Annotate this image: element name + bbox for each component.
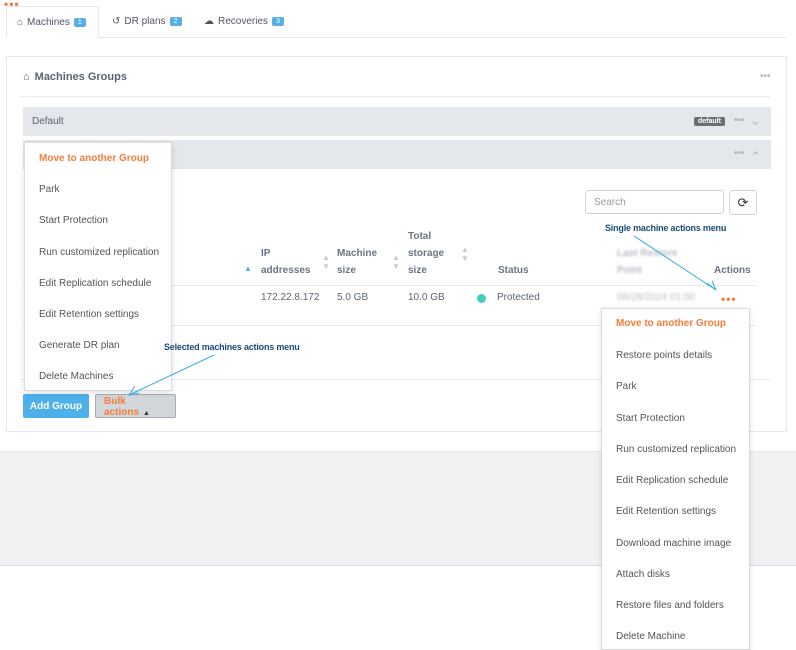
header-line: Last Restore [617,248,678,259]
header-line: size [337,265,356,276]
history-icon: ↺ [112,16,121,27]
menu-item-edit-retention[interactable]: Edit Retention settings [25,309,171,320]
bulk-actions-label: Bulk actions [104,396,140,418]
header-ip[interactable]: IP addresses [261,245,310,279]
cell-total-storage: 10.0 GB [408,292,445,303]
sort-icon[interactable]: ▲ ▼ [322,253,330,271]
sort-icon[interactable]: ▲ ▼ [461,245,469,263]
annotation-bulk-menu: Selected machines actions menu [164,342,300,352]
header-ip-line: IP [261,248,271,259]
tab-badge: 2 [169,17,182,26]
header-line: Machine [337,248,378,259]
header-line: Point [617,265,642,276]
menu-item-start-protection[interactable]: Start Protection [25,215,171,226]
bulk-actions-menu: Move to another Group Park Start Protect… [24,142,172,391]
sort-icon[interactable]: ▲ ▼ [392,253,400,271]
menu-item-edit-replication[interactable]: Edit Replication schedule [602,475,749,486]
menu-item-park[interactable]: Park [602,381,749,392]
menu-item-edit-retention[interactable]: Edit Retention settings [602,506,749,517]
caret-up-icon: ▲ [143,410,150,417]
row-actions-button[interactable]: ••• [721,292,737,306]
cell-machine-size: 5.0 GB [337,292,369,303]
menu-item-run-replication[interactable]: Run customized replication [602,444,749,455]
header-total-storage[interactable]: Total storage size [408,228,444,279]
tab-label: Recoveries [218,16,269,27]
sort-asc-icon[interactable]: ▲ [244,264,252,273]
menu-item-delete-machine[interactable]: Delete Machine [602,631,749,642]
group-menu-dots[interactable]: ••• [734,115,745,126]
menu-item-restore-files[interactable]: Restore files and folders [602,600,749,611]
cell-last-restore: 08/28/2024 01:00 [617,292,695,303]
header-line: size [408,265,427,276]
group-menu-dots[interactable]: ••• [734,148,745,159]
cloud-icon: ☁ [204,16,214,27]
menu-item-download-image[interactable]: Download machine image [602,538,749,549]
tab-badge: 1 [73,17,86,27]
refresh-icon: ⟳ [737,194,749,210]
tabs-divider [6,37,786,38]
header-ip-line: addresses [261,265,311,276]
single-actions-menu: Move to another Group Restore points det… [601,308,750,650]
panel-menu-dots[interactable]: ••• [760,71,771,82]
header-last-restore[interactable]: Last Restore Point [617,245,678,279]
chevron-down-icon[interactable]: ⌄ [750,113,761,129]
bulk-actions-button[interactable]: Bulk actions ▲ [95,394,176,418]
header-actions: Actions [714,265,751,276]
menu-item-restore-points[interactable]: Restore points details [602,350,749,361]
annotation-single-menu: Single machine actions menu [605,223,727,233]
tab-label: Machines [27,16,70,28]
menu-item-start-protection[interactable]: Start Protection [602,413,749,424]
menu-item-park[interactable]: Park [25,184,171,195]
panel-divider [20,96,771,97]
group-default[interactable]: Default default ••• ⌄ [23,107,771,136]
status-indicator [477,294,486,303]
menu-item-attach-disks[interactable]: Attach disks [602,569,749,580]
tab-badge: 3 [272,17,285,26]
header-line: storage [408,248,445,259]
menu-item-generate-dr[interactable]: Generate DR plan [25,340,171,351]
tab-machines[interactable]: ⌂ Machines 1 [6,6,99,38]
default-badge: default [694,117,725,126]
tab-dr-plans[interactable]: ↺ DR plans 2 [102,6,192,37]
panel-title-text: Machines Groups [34,71,127,83]
menu-item-move-group[interactable]: Move to another Group [25,153,171,164]
home-icon: ⌂ [17,16,24,28]
tab-label: DR plans [124,16,166,27]
header-line: Total [408,231,432,242]
menu-item-run-replication[interactable]: Run customized replication [25,247,171,258]
header-status[interactable]: Status [498,262,529,279]
menu-item-move-group[interactable]: Move to another Group [602,318,749,329]
group-label: Default [32,116,64,127]
add-group-button[interactable]: Add Group [23,394,89,418]
cell-ip: 172.22.8.172 [261,292,320,303]
menu-item-delete-machines[interactable]: Delete Machines [25,371,171,382]
home-icon: ⌂ [23,71,30,83]
cell-status: Protected [497,292,540,303]
refresh-button[interactable]: ⟳ [729,190,757,215]
search-input[interactable] [585,190,724,214]
menu-item-edit-replication[interactable]: Edit Replication schedule [25,278,171,289]
header-machine-size[interactable]: Machine size [337,245,377,279]
panel-title: ⌂ Machines Groups [23,71,127,83]
chevron-up-icon[interactable]: ⌃ [750,149,761,165]
tab-recoveries[interactable]: ☁ Recoveries 3 [194,6,294,37]
